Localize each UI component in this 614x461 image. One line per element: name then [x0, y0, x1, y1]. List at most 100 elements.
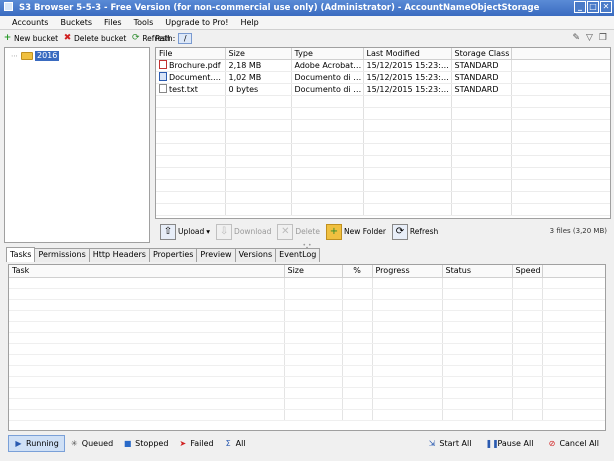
tree-expander[interactable]: ⋯ [11, 52, 19, 60]
start-all-icon: ⇲ [428, 439, 436, 448]
col-task[interactable]: Task [9, 265, 285, 278]
empty-row [9, 288, 605, 300]
maximize-button[interactable]: □ [587, 1, 599, 13]
empty-row [9, 299, 605, 311]
menu-upgrade[interactable]: Upgrade to Pro! [159, 16, 234, 29]
start-all-button[interactable]: ⇲ Start All [422, 435, 476, 452]
col-file[interactable]: File [156, 48, 226, 60]
file-size: 0 bytes [225, 83, 292, 96]
menu-files[interactable]: Files [98, 16, 128, 29]
col-progress[interactable]: Progress [372, 265, 443, 278]
empty-row [9, 332, 605, 344]
col-speed[interactable]: Speed [512, 265, 543, 278]
col-status[interactable]: Status [442, 265, 513, 278]
col-task-size[interactable]: Size [284, 265, 343, 278]
task-table: Task Size % Progress Status Speed [9, 265, 605, 421]
filter-stopped-button[interactable]: ■ Stopped [118, 435, 173, 452]
path-value-button[interactable]: / [178, 33, 193, 44]
menu-buckets[interactable]: Buckets [54, 16, 98, 29]
pause-icon: ❚❚ [485, 439, 499, 448]
tab-versions[interactable]: Versions [234, 248, 277, 262]
filter-failed-button[interactable]: ➤ Failed [173, 435, 218, 452]
bucket-toolbar: + New bucket ✖ Delete bucket ⟳ Refresh [0, 31, 171, 46]
col-storage-class[interactable]: Storage Class [451, 48, 512, 60]
delete-file-button[interactable]: ✕ Delete [274, 221, 323, 242]
file-name-cell: Document.do... [156, 71, 226, 84]
tree-item-bucket[interactable]: ⋯ 2016 [11, 51, 60, 61]
empty-row [156, 95, 610, 108]
bucket-name: 2016 [35, 51, 60, 61]
table-row[interactable]: Brochure.pdf 2,18 MB Adobe Acrobat ... 1… [156, 59, 610, 72]
file-modified: 15/12/2015 15:23:18 [363, 59, 452, 72]
window-controls: _ □ ✕ [574, 1, 612, 13]
file-storage: STANDARD [451, 71, 512, 84]
file-modified: 15/12/2015 15:23:20 [363, 83, 452, 96]
delete-bucket-label: Delete bucket [74, 34, 127, 43]
download-button[interactable]: ⇩ Download [213, 221, 274, 242]
empty-row [156, 155, 610, 168]
delete-bucket-button[interactable]: ✖ Delete bucket [63, 33, 127, 44]
edit-icon[interactable]: ✎ [572, 33, 580, 43]
menu-help[interactable]: Help [235, 16, 265, 29]
empty-row [156, 191, 610, 204]
file-list: File Size Type Last Modified Storage Cla… [155, 47, 611, 219]
empty-row [9, 398, 605, 410]
text-file-icon [159, 84, 167, 93]
horizontal-splitter[interactable]: • • • [300, 243, 314, 252]
empty-row [156, 119, 610, 132]
download-label: Download [234, 227, 272, 236]
tab-permissions[interactable]: Permissions [34, 248, 90, 262]
tab-tasks[interactable]: Tasks [6, 247, 36, 262]
filter-all-button[interactable]: Σ All [219, 435, 251, 452]
title-bar: S3 Browser 5-5-3 - Free Version (for non… [0, 0, 614, 16]
refresh-files-button[interactable]: ⟳ Refresh [389, 221, 441, 242]
tab-eventlog[interactable]: EventLog [275, 248, 321, 262]
vertical-splitter[interactable] [150, 47, 154, 243]
filter-icon[interactable]: ▽ [586, 33, 593, 43]
task-actions: ⇲ Start All ❚❚ Pause All ⊘ Cancel All [422, 435, 604, 452]
new-bucket-button[interactable]: + New bucket [3, 34, 58, 44]
empty-row [9, 321, 605, 333]
file-type: Documento di te... [291, 83, 364, 96]
new-folder-label: New Folder [343, 227, 386, 236]
delete-icon: ✖ [63, 33, 72, 43]
cancel-icon: ⊘ [548, 439, 556, 448]
tab-preview[interactable]: Preview [196, 248, 236, 262]
col-size[interactable]: Size [225, 48, 292, 60]
empty-row [9, 310, 605, 322]
empty-row [156, 167, 610, 180]
empty-row [9, 409, 605, 421]
path-label: Path: [155, 34, 176, 43]
file-name-cell: Brochure.pdf [156, 59, 226, 72]
col-spacer [542, 265, 605, 278]
cancel-all-button[interactable]: ⊘ Cancel All [542, 435, 604, 452]
empty-row [9, 376, 605, 388]
row-spacer [511, 59, 610, 72]
dropdown-arrow-icon[interactable]: ▾ [206, 227, 210, 236]
empty-row [9, 387, 605, 399]
table-row[interactable]: test.txt 0 bytes Documento di te... 15/1… [156, 83, 610, 96]
empty-row [156, 179, 610, 192]
path-bar: Path: / ✎ ▽ ❐ [155, 31, 611, 46]
minimize-button[interactable]: _ [574, 1, 586, 13]
upload-button[interactable]: ⇧ Upload ▾ [157, 221, 213, 242]
failed-label: Failed [190, 439, 214, 448]
new-folder-button[interactable]: + New Folder [323, 221, 389, 242]
pause-all-button[interactable]: ❚❚ Pause All [480, 435, 538, 452]
menu-accounts[interactable]: Accounts [6, 16, 54, 29]
col-last-modified[interactable]: Last Modified [363, 48, 452, 60]
tab-http-headers[interactable]: Http Headers [88, 248, 150, 262]
copy-icon[interactable]: ❐ [599, 33, 607, 43]
word-file-icon [159, 72, 167, 81]
menu-tools[interactable]: Tools [128, 16, 160, 29]
tab-properties[interactable]: Properties [148, 248, 198, 262]
filter-queued-button[interactable]: ✳ Queued [65, 435, 118, 452]
empty-row [9, 354, 605, 366]
refresh-files-icon: ⟳ [391, 223, 408, 240]
filter-running-button[interactable]: ▶ Running [8, 435, 65, 452]
table-row[interactable]: Document.do... 1,02 MB Documento di M...… [156, 71, 610, 84]
spinner-icon: ✳ [70, 439, 78, 448]
col-percent[interactable]: % [342, 265, 373, 278]
close-button[interactable]: ✕ [600, 1, 612, 13]
col-type[interactable]: Type [291, 48, 364, 60]
